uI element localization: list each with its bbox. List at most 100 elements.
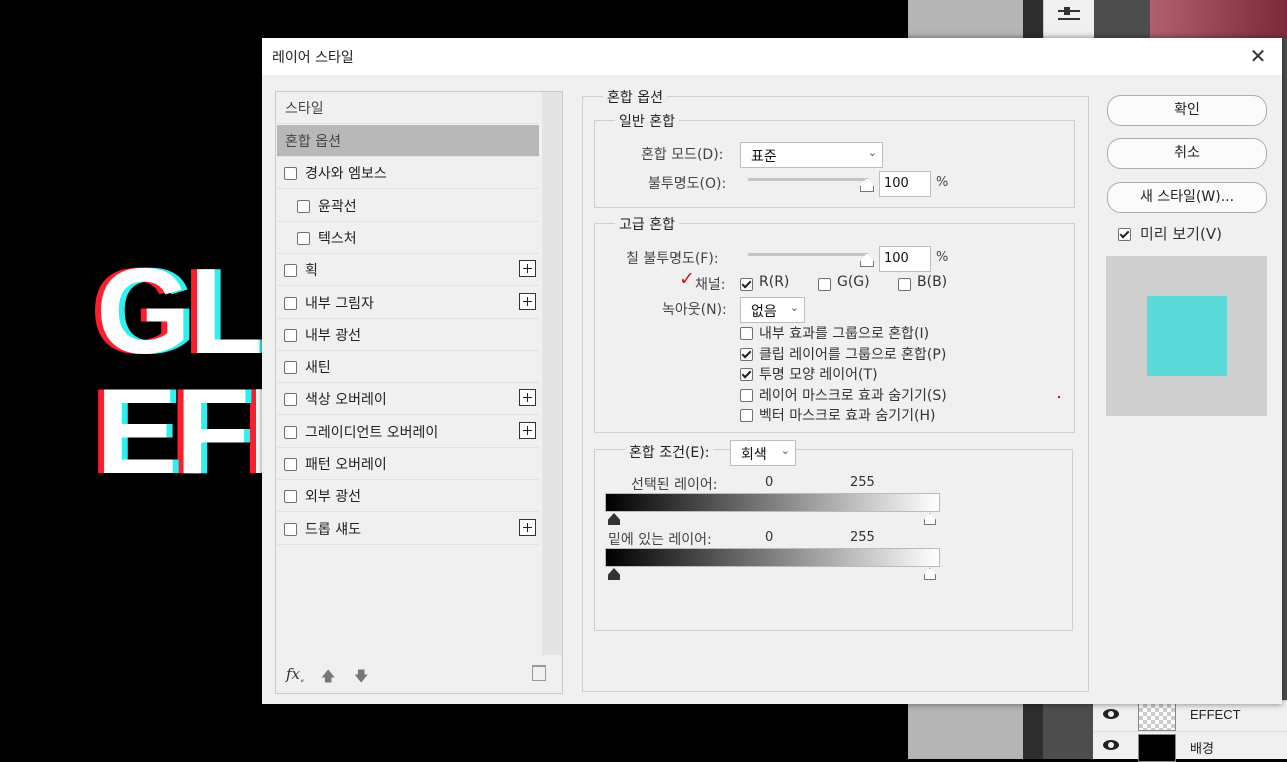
layer-thumbnail	[1138, 734, 1176, 762]
ok-button[interactable]: 확인	[1107, 95, 1267, 126]
cancel-button[interactable]: 취소	[1107, 138, 1267, 169]
style-item-label: 혼합 옵션	[285, 134, 341, 150]
opacity-input[interactable]: 100	[879, 171, 931, 197]
blend-mode-label: 혼합 모드(D):	[641, 147, 724, 163]
style-item[interactable]: 경사와 엠보스	[277, 157, 539, 190]
underlying-layer-black-thumb[interactable]	[608, 568, 620, 580]
style-item-label: 새틴	[305, 360, 331, 377]
style-item-label: 텍스처	[318, 230, 357, 247]
style-checkbox[interactable]	[284, 167, 297, 181]
style-item-label: 획	[305, 263, 318, 280]
layer-style-dialog: 레이어 스타일 ✕ 스타일 혼합 옵션 경사와 엠보스 윤곽선 텍스처 획 내부 그림자 내부…	[262, 38, 1282, 704]
this-layer-label: 선택된 레이어:	[631, 477, 718, 493]
eye-icon[interactable]	[1103, 740, 1119, 750]
style-checkbox[interactable]	[284, 425, 297, 439]
knockout-select[interactable]: 없음 ⌄	[740, 297, 805, 323]
fill-opacity-slider[interactable]	[748, 253, 866, 256]
style-item[interactable]: 외부 광선	[277, 480, 539, 513]
this-layer-white-thumb[interactable]	[924, 513, 936, 525]
style-item-label: 그레이디언트 오버레이	[305, 424, 439, 441]
trash-icon[interactable]	[532, 665, 546, 681]
style-item[interactable]: 새틴	[277, 351, 539, 384]
this-layer-black-thumb[interactable]	[608, 513, 620, 525]
color-swatch[interactable]	[1150, 0, 1287, 38]
style-item[interactable]: 색상 오버레이	[277, 383, 539, 416]
knockout-label: 녹아웃(N):	[662, 302, 727, 318]
layer-row-effect[interactable]: EFFECT	[1093, 700, 1287, 731]
layer-thumbnail	[1138, 703, 1176, 731]
this-layer-max: 255	[850, 475, 875, 490]
blend-if-select[interactable]: 회색 ⌄	[730, 440, 796, 466]
blend-if-group: 혼합 조건(E): 회색 ⌄ 선택된 레이어: 0 255 밑에 있는 레이어: …	[594, 440, 1073, 631]
underlying-layer-min: 0	[765, 530, 774, 545]
styles-scrollbar[interactable]	[542, 92, 562, 655]
style-checkbox[interactable]	[297, 231, 310, 245]
layer-name: EFFECT	[1190, 707, 1241, 722]
blend-mode-select[interactable]: 표준 ⌄	[740, 142, 883, 168]
dialog-title: 레이어 스타일	[272, 50, 354, 66]
opacity-label: 불투명도(O):	[648, 176, 727, 192]
style-checkbox[interactable]	[284, 296, 297, 310]
style-checkbox[interactable]	[284, 361, 297, 375]
close-icon[interactable]: ✕	[1244, 43, 1272, 69]
style-item[interactable]: 내부 광선	[277, 319, 539, 351]
opacity-slider[interactable]	[748, 178, 866, 181]
style-item[interactable]: 윤곽선	[277, 190, 539, 222]
general-blending-group: 일반 혼합 혼합 모드(D): 표준 ⌄ 불투명도(O): 100 %	[594, 111, 1075, 208]
new-style-button[interactable]: 새 스타일(W)...	[1107, 182, 1267, 213]
style-checkbox[interactable]	[284, 490, 297, 504]
eye-icon[interactable]	[1103, 709, 1119, 719]
styles-header[interactable]: 스타일	[277, 92, 539, 124]
style-item-label: 내부 그림자	[305, 295, 374, 312]
fill-opacity-input[interactable]: 100	[879, 246, 931, 272]
opacity-unit: %	[936, 175, 949, 190]
layer-row-background[interactable]: 배경	[1093, 731, 1287, 762]
fill-opacity-label: 칠 불투명도(F):	[626, 251, 719, 267]
this-layer-min: 0	[765, 475, 774, 490]
style-item-label: 패턴 오버레이	[305, 457, 387, 473]
style-item-label: 색상 오버레이	[305, 392, 387, 409]
style-item-label: 윤곽선	[318, 198, 357, 215]
style-item-label: 경사와 엠보스	[305, 166, 387, 183]
general-blending-title: 일반 혼합	[615, 111, 679, 131]
add-effect-icon[interactable]	[519, 518, 536, 536]
style-checkbox[interactable]	[284, 328, 297, 342]
advanced-blending-title: 고급 혼합	[615, 214, 679, 234]
style-item-label: 내부 광선	[305, 327, 361, 344]
style-checkbox[interactable]	[284, 264, 297, 278]
style-item[interactable]: 드롭 섀도	[277, 513, 539, 545]
channels-label: 채널:	[695, 277, 726, 293]
blending-options-title: 혼합 옵션	[603, 87, 667, 107]
style-checkbox[interactable]	[297, 199, 310, 213]
adjustments-icon[interactable]	[1043, 0, 1094, 38]
blend-if-label: 혼합 조건(E):	[625, 442, 714, 462]
move-down-icon[interactable]: 🡇	[354, 666, 368, 690]
styles-list: 스타일혼합 옵션경사와 엠보스윤곽선텍스처 획내부 그림자내부 광선새틴색상 오버…	[275, 91, 563, 694]
layers-panel: EFFECT 배경	[1093, 700, 1287, 762]
move-up-icon[interactable]: 🡅	[321, 666, 335, 690]
advanced-blending-group: 고급 혼합 칠 불투명도(F): 100 % ✓ 채널: R(R) G(G) B…	[594, 214, 1075, 433]
style-item[interactable]: 그레이디언트 오버레이	[277, 416, 539, 448]
style-item[interactable]: 패턴 오버레이	[277, 448, 539, 480]
underlying-layer-white-thumb[interactable]	[924, 568, 936, 580]
fx-icon[interactable]: fxˬ	[286, 665, 305, 683]
underlying-layer-gradient[interactable]	[605, 548, 940, 567]
style-checkbox[interactable]	[284, 458, 297, 471]
style-item[interactable]: 획	[277, 254, 539, 287]
style-item-label: 외부 광선	[305, 489, 361, 506]
dialog-titlebar: 레이어 스타일 ✕	[262, 38, 1282, 75]
fill-opacity-unit: %	[936, 250, 949, 265]
add-effect-icon[interactable]	[519, 292, 536, 310]
underlying-layer-label: 밑에 있는 레이어:	[608, 532, 712, 548]
style-checkbox[interactable]	[284, 393, 297, 407]
add-effect-icon[interactable]	[519, 260, 536, 278]
layer-name: 배경	[1190, 741, 1214, 756]
style-item[interactable]: 텍스처	[277, 222, 539, 254]
style-item[interactable]: 혼합 옵션	[277, 125, 539, 157]
add-effect-icon[interactable]	[519, 421, 536, 439]
preview-swatch	[1147, 296, 1227, 376]
style-item[interactable]: 내부 그림자	[277, 287, 539, 319]
add-effect-icon[interactable]	[519, 389, 536, 407]
style-checkbox[interactable]	[284, 522, 297, 536]
this-layer-gradient[interactable]	[605, 493, 940, 512]
